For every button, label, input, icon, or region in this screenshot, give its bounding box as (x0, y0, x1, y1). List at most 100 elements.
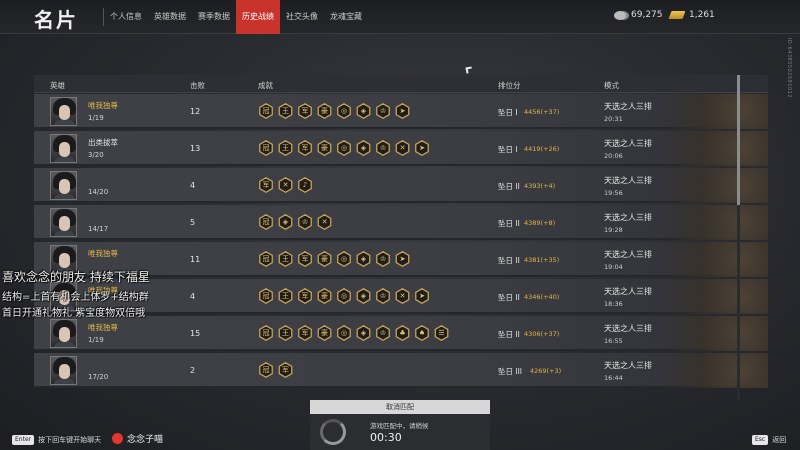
tab-dragon-treasure[interactable]: 龙魂宝藏 (324, 0, 368, 34)
achievement-badge-icon: ◎ (337, 251, 351, 267)
match-time: 16:44 (604, 374, 623, 382)
back-hint-text[interactable]: 返回 (772, 435, 786, 445)
achievement-badge-icon: ◈ (278, 214, 293, 230)
achievement-glyph: ◈ (360, 292, 367, 300)
overlay-caption-3: 首日开通礼物礼 紫宝度物双倍哦 (2, 308, 146, 319)
achievement-glyph: ◎ (340, 144, 348, 152)
achievement-glyph: ♔ (379, 255, 387, 263)
streamer-watermark: 念念子喵 (112, 432, 163, 445)
achievement-glyph: ◎ (340, 107, 348, 115)
achievement-badge-icon: ◈ (356, 288, 371, 304)
rank-tier: 坠日 I (498, 145, 518, 154)
kill-count: 13 (190, 144, 201, 153)
hero-title: 唯我独尊 (88, 323, 118, 332)
enter-key[interactable]: Enter (12, 435, 35, 445)
achievement-badge-icon: ♔ (376, 103, 390, 119)
column-mode: 模式 (604, 81, 619, 90)
achievement-glyph: 王 (282, 144, 289, 152)
row-background-art (638, 279, 768, 314)
achievement-glyph: ♔ (379, 292, 387, 300)
watermark-text: 念念子喵 (127, 435, 164, 445)
achievement-glyph: 冠 (262, 107, 270, 115)
achievement-badge-icon: ➤ (395, 251, 410, 267)
placement: 17/20 (88, 373, 109, 381)
cancel-matchmaking-button[interactable]: 取消匹配 (310, 400, 490, 414)
tab-match-history[interactable]: 历史战绩 (236, 0, 280, 34)
row-background-art (638, 205, 768, 240)
gold-currency: 1,261 (668, 10, 715, 20)
table-row[interactable]: 14/17 5 冠 ◈ ♔ ✕ 坠日 II 4389(+8) 天选之人三排 19:28 (34, 205, 768, 240)
achievement-glyph: ◈ (360, 329, 367, 337)
achievement-glyph: ♠ (418, 329, 426, 337)
achievement-glyph: ✕ (321, 218, 328, 226)
table-row[interactable]: 17/20 2 冠军坠日 III 4269(+3) 天选之人三排 16:44 (34, 353, 768, 388)
column-hero: 英雄 (50, 81, 65, 90)
kill-count: 5 (190, 218, 196, 227)
achievement-badge-icon: 王 (278, 288, 293, 304)
game-mode: 天选之人三排 (604, 361, 652, 370)
achievement-badge-icon: ♔ (376, 251, 390, 267)
achievement-glyph: 王 (282, 292, 289, 300)
rank-score: 4306(+37) (524, 330, 560, 338)
achievement-badge-icon: 冠 (259, 140, 273, 156)
achievement-list: 冠 王 军 豪 ◎ ◈ ♔ ♣ ♠ ☰ (258, 325, 453, 341)
row-background-art (638, 94, 768, 129)
achievement-list: 冠 ◈ ♔ ✕ (258, 214, 336, 230)
achievement-badge-icon: ➤ (415, 288, 429, 304)
overlay-caption-1: 喜欢念念的朋友 持续下福星 (2, 270, 150, 284)
achievement-badge-icon: 冠 (259, 288, 273, 304)
placement: 1/19 (88, 114, 104, 122)
placement: 1/19 (88, 336, 104, 344)
tab-personal-info[interactable]: 个人信息 (104, 0, 148, 34)
achievement-glyph: ◎ (340, 255, 348, 263)
column-achievements: 成就 (258, 81, 273, 90)
table-row[interactable]: 出类拔萃 3/20 13 冠 王 军 豪 ◎ ◈ ♔ ✕ ➤ 坠日 I 4419(+26) 天选之人三排 20… (34, 131, 768, 166)
achievement-badge-icon: ◎ (337, 325, 351, 341)
kill-count: 11 (190, 255, 201, 264)
achievement-glyph: ◈ (282, 218, 289, 226)
hero-title: 唯我独尊 (88, 249, 118, 258)
achievement-badge-icon: ♔ (376, 325, 390, 341)
achievement-glyph: 豪 (321, 255, 328, 263)
tab-social-avatar[interactable]: 社交头像 (280, 0, 324, 34)
match-time: 19:04 (604, 263, 623, 271)
esc-key[interactable]: Esc (752, 435, 769, 445)
achievement-badge-icon: 王 (278, 103, 293, 119)
achievement-badge-icon: ♔ (376, 288, 390, 304)
row-background-art (638, 353, 768, 388)
game-mode: 天选之人三排 (604, 250, 652, 259)
achievement-glyph: 王 (282, 329, 289, 337)
achievement-glyph: 军 (301, 292, 309, 300)
achievement-glyph: 冠 (262, 329, 270, 337)
match-time: 16:55 (604, 337, 623, 345)
achievement-glyph: 豪 (321, 107, 328, 115)
achievement-glyph: 冠 (262, 218, 270, 226)
gold-amount: 1,261 (689, 10, 715, 20)
achievement-glyph: 军 (282, 366, 289, 374)
tab-hero-data[interactable]: 英雄数据 (148, 0, 192, 34)
tab-season-data[interactable]: 赛季数据 (192, 0, 236, 34)
matchmaking-panel: 取消匹配 游戏匹配中，请稍候 00:30 (310, 400, 490, 450)
achievement-glyph: 冠 (262, 255, 270, 263)
achievement-badge-icon: 军 (298, 103, 312, 119)
achievement-badge-icon: 冠 (259, 362, 273, 378)
achievement-glyph: 王 (282, 255, 289, 263)
achievement-badge-icon: ✕ (395, 140, 410, 156)
achievement-glyph: ♣ (399, 329, 406, 337)
table-header: 英雄 击败 成就 排位分 模式 (34, 75, 768, 93)
game-mode: 天选之人三排 (604, 102, 652, 111)
table-row[interactable]: 14/20 4 军 ✕ ♪ 坠日 II 4393(+4) 天选之人三排 19:56 (34, 168, 768, 203)
kill-count: 15 (190, 329, 201, 338)
achievement-glyph: ◈ (360, 107, 367, 115)
achievement-glyph: ◈ (360, 255, 367, 263)
achievement-badge-icon: ♪ (298, 177, 312, 193)
gold-bar-icon (668, 11, 686, 19)
placement: 14/17 (88, 225, 109, 233)
scrollbar-thumb[interactable] (737, 75, 740, 205)
achievement-glyph: 军 (301, 329, 309, 337)
achievement-list: 冠 王 军 豪 ◎ ◈ ♔ ✕ ➤ (258, 140, 434, 156)
achievement-glyph: 军 (262, 181, 270, 189)
game-mode: 天选之人三排 (604, 176, 652, 185)
table-row[interactable]: 唯我独尊 1/19 15 冠 王 军 豪 ◎ ◈ ♔ ♣ ♠ ☰ 坠日 II 4306(+37) 天选之人三排… (34, 316, 768, 351)
table-row[interactable]: 唯我独尊 1/19 12 冠 王 军 豪 ◎ ◈ ♔ ➤ 坠日 I 4456(+37) 天选之人三排 20:… (34, 94, 768, 129)
